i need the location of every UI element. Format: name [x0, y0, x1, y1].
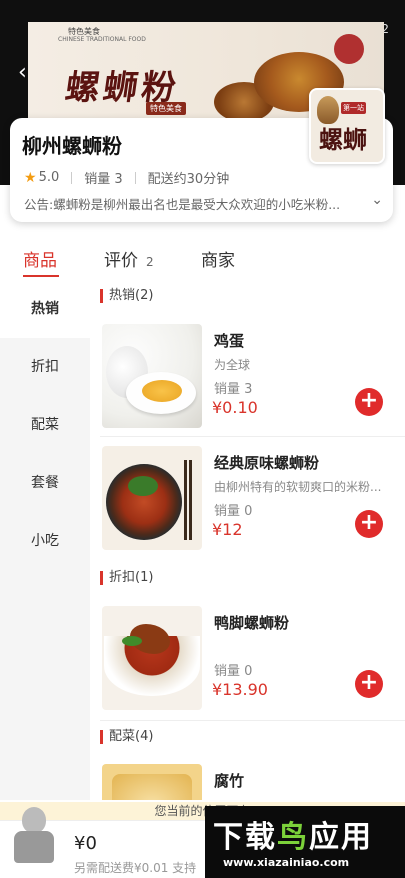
item-divider [100, 436, 405, 437]
chopsticks-image [184, 460, 192, 540]
star-icon: ★ [24, 169, 37, 186]
item-desc: 由柳州特有的软韧爽口的米粉... [214, 480, 382, 494]
shop-sales: 销量 3 [84, 172, 123, 187]
item-price: ¥0.10 [212, 398, 258, 417]
shop-delivery-time: 配送约30分钟 [147, 172, 230, 187]
vegetable-topping [122, 636, 142, 646]
watermark-title-c: 应用 [309, 820, 373, 855]
tab-products[interactable]: 商品 [23, 246, 57, 271]
watermark-title: 下载鸟应用 [213, 812, 373, 856]
item-sales: 销量 0 [214, 664, 253, 679]
egg-image [102, 324, 202, 428]
sidebar-item-sides[interactable]: 配菜 [0, 396, 90, 454]
meta-divider [134, 171, 136, 184]
sidebar-item-combo[interactable]: 套餐 [0, 454, 90, 512]
add-to-cart-button[interactable]: + [355, 388, 383, 416]
site-watermark: 下载鸟应用 www.xiazainiao.com [205, 806, 405, 878]
egg-yolk-image [142, 380, 182, 402]
flower-decoration [334, 34, 364, 64]
item-price: ¥13.90 [212, 680, 268, 699]
meta-divider [71, 171, 73, 184]
item-sales: 销量 0 [214, 504, 253, 519]
sidebar-item-snacks[interactable]: 小吃 [0, 512, 90, 570]
item-name: 经典原味螺蛳粉 [214, 454, 320, 472]
cart-total: ¥0 [74, 833, 97, 854]
shop-logo: 第一站 螺蛳粉 [309, 88, 385, 164]
item-desc: 为全球 [214, 358, 251, 372]
tofu-image [112, 774, 192, 800]
watermark-title-b: 鸟 [277, 820, 309, 855]
shop-notice[interactable]: 公告:螺蛳粉是柳州最出名也是最受大众欢迎的小吃米粉... [24, 194, 360, 213]
active-tab-indicator [23, 275, 59, 277]
vegetable-topping [128, 476, 158, 496]
app-page: 52 特色美食 CHINESE TRADITIONAL FOOD 螺蛳粉 特色美… [0, 0, 405, 878]
item-name: 腐竹 [214, 772, 245, 790]
list-item[interactable]: 经典原味螺蛳粉 由柳州特有的软韧爽口的米粉... 销量 0 ¥12 + [90, 438, 405, 564]
sidebar-item-hot[interactable]: 热销 [0, 280, 90, 338]
cart-avatar-body [14, 831, 54, 863]
noodle-image [102, 446, 202, 550]
logo-text: 螺蛳粉 [319, 125, 367, 162]
shop-meta: ★ 5.0 销量 3 配送约30分钟 [24, 168, 230, 188]
duck-noodle-image [102, 606, 202, 710]
item-name: 鸭脚螺蛳粉 [214, 614, 290, 632]
tofu-skin-image [102, 764, 202, 800]
cart-avatar-head [22, 807, 46, 833]
review-count: 2 [146, 255, 154, 269]
list-item[interactable]: 鸭脚螺蛳粉 销量 0 ¥13.90 + [90, 598, 405, 724]
add-to-cart-button[interactable]: + [355, 510, 383, 538]
banner-sub-caption: CHINESE TRADITIONAL FOOD [58, 36, 146, 43]
banner-badge: 特色美食 [146, 102, 186, 115]
watermark-title-a: 下载 [213, 820, 277, 855]
item-sales: 销量 3 [214, 382, 253, 397]
delivery-fee: 另需配送费¥0.01 支持 [74, 861, 197, 875]
list-item[interactable]: 腐竹 [90, 756, 405, 800]
section-title: 配菜(4) [100, 730, 153, 744]
add-to-cart-button[interactable]: + [355, 670, 383, 698]
item-name: 鸡蛋 [214, 332, 245, 350]
section-title: 热销(2) [100, 289, 153, 303]
shop-tabs: 商品 评价 2 商家 [0, 238, 405, 278]
product-list: 热销(2) 鸡蛋 为全球 销量 3 ¥0.10 + 经典原味螺蛳粉 由柳州特有的… [90, 280, 405, 800]
shop-name: 柳州螺蛳粉 [22, 134, 122, 158]
list-item[interactable]: 鸡蛋 为全球 销量 3 ¥0.10 + [90, 316, 405, 442]
tab-reviews[interactable]: 评价 2 [104, 246, 154, 271]
back-arrow-icon[interactable]: ‹ [18, 62, 32, 84]
tab-reviews-label: 评价 [104, 251, 138, 271]
section-title: 折扣(1) [100, 571, 153, 585]
category-sidebar: 热销 折扣 配菜 套餐 小吃 [0, 280, 90, 800]
sidebar-item-discount[interactable]: 折扣 [0, 338, 90, 396]
shop-info-card: 柳州螺蛳粉 ★ 5.0 销量 3 配送约30分钟 公告:螺蛳粉是柳州最出名也是最… [10, 88, 393, 222]
chevron-down-icon[interactable]: ⌄ [371, 192, 383, 208]
logo-stamp: 第一站 [341, 102, 366, 114]
cart-icon[interactable] [12, 807, 56, 863]
shop-rating: 5.0 [38, 170, 60, 185]
item-price: ¥12 [212, 520, 243, 539]
item-divider [100, 720, 405, 721]
tab-merchant[interactable]: 商家 [201, 246, 235, 271]
watermark-url: www.xiazainiao.com [223, 856, 350, 869]
